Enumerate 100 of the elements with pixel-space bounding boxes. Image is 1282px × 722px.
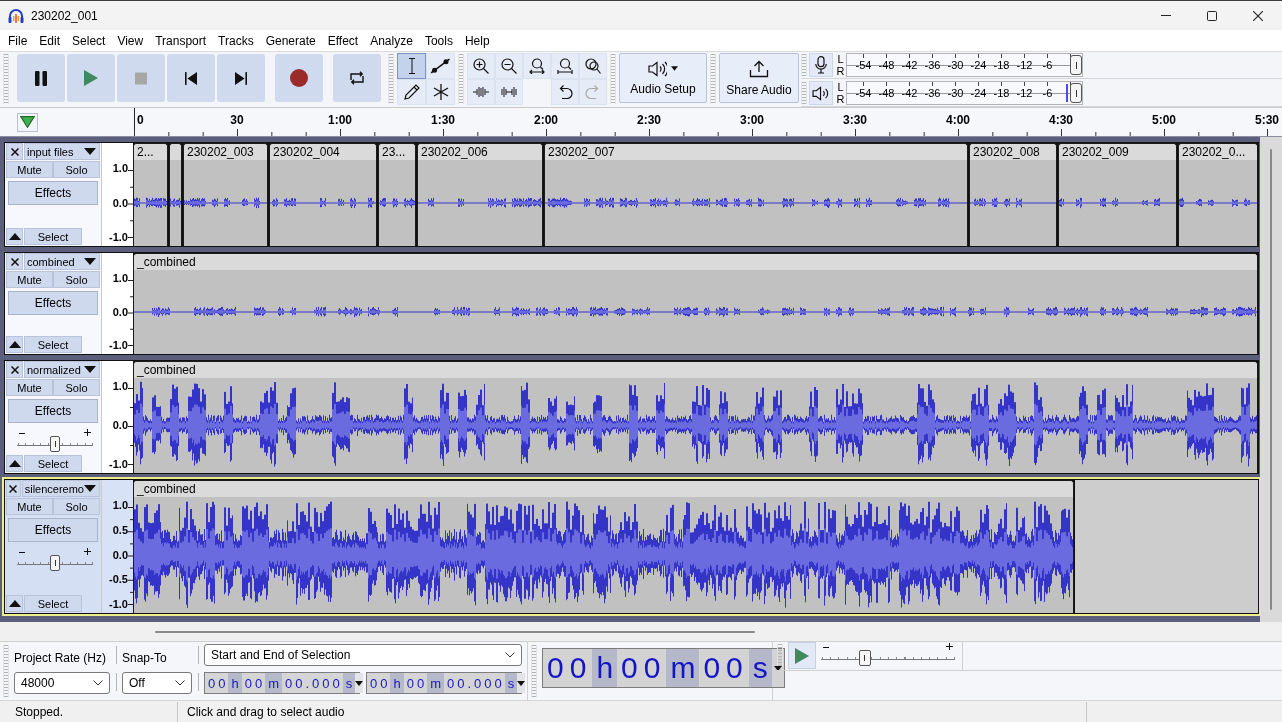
select-button[interactable]: Select xyxy=(24,455,82,472)
volume-slider-thumb[interactable] xyxy=(1070,55,1082,75)
menu-item[interactable]: Help xyxy=(464,32,490,49)
track-name-menu[interactable]: normalized xyxy=(24,361,100,378)
maximize-icon[interactable] xyxy=(1207,10,1217,21)
fit-selection-button[interactable] xyxy=(523,53,551,79)
share-audio-button[interactable]: Share Audio xyxy=(719,53,799,103)
timeline-button[interactable] xyxy=(17,112,38,132)
audio-clip[interactable]: 230202_008 xyxy=(969,143,1057,246)
toolbar-grip[interactable] xyxy=(610,54,616,104)
clip-title-bar[interactable]: 230202_009 xyxy=(1059,144,1176,160)
play-at-speed-button[interactable] xyxy=(788,642,816,669)
undo-button[interactable] xyxy=(551,79,579,105)
snap-to-dropdown[interactable]: Off xyxy=(122,672,192,694)
track-name-menu[interactable]: input files xyxy=(24,143,100,160)
record-meter-button[interactable] xyxy=(809,53,833,77)
volume-slider-thumb[interactable] xyxy=(1070,83,1082,103)
audio-clip[interactable]: _combined xyxy=(133,480,1074,613)
audio-clip[interactable]: 230202_007 xyxy=(544,143,968,246)
toolbar-grip[interactable] xyxy=(801,54,807,76)
toolbar-grip[interactable] xyxy=(801,82,807,104)
project-rate-dropdown[interactable]: 48000 xyxy=(14,672,110,694)
time-display[interactable]: 00 h 00 m 00 s xyxy=(542,648,785,688)
caret-icon[interactable] xyxy=(517,680,526,686)
audio-clip[interactable]: 230202_003 xyxy=(183,143,268,246)
audio-setup-button[interactable]: Audio Setup xyxy=(619,53,707,103)
toolbar-grip[interactable] xyxy=(458,54,464,104)
effects-button[interactable]: Effects xyxy=(8,399,98,423)
draw-tool-button[interactable] xyxy=(397,79,426,105)
level-meter[interactable]: -54 -48 -42 -36 -30 -24 -18 -12 -6 xyxy=(846,81,1083,105)
fit-project-button[interactable] xyxy=(551,53,579,79)
loop-button[interactable] xyxy=(333,54,381,102)
audio-clip[interactable]: _combined xyxy=(133,361,1258,473)
select-button[interactable]: Select xyxy=(24,228,82,245)
close-track-button[interactable] xyxy=(6,480,21,497)
menu-item[interactable]: File xyxy=(8,32,28,49)
scrollbar-thumb[interactable] xyxy=(1270,149,1272,610)
clip-title-bar[interactable]: 230202_008 xyxy=(970,144,1056,160)
mute-button[interactable]: Mute xyxy=(6,498,53,515)
mute-button[interactable]: Mute xyxy=(6,161,53,178)
menu-item[interactable]: Effect xyxy=(327,32,359,49)
toolbar-grip[interactable] xyxy=(710,54,716,104)
mute-button[interactable]: Mute xyxy=(6,271,53,288)
skip-to-end-button[interactable] xyxy=(217,54,265,102)
audio-clip[interactable]: _combined xyxy=(133,253,1258,354)
menu-item[interactable]: Generate xyxy=(265,32,316,49)
clip-title-bar[interactable]: _combined xyxy=(134,362,1257,378)
selection-mode-dropdown[interactable]: Start and End of Selection xyxy=(204,644,522,666)
audio-clip[interactable] xyxy=(169,143,182,246)
envelope-tool-button[interactable] xyxy=(426,53,455,79)
toolbar-grip[interactable] xyxy=(777,644,783,666)
toolbar-grip[interactable] xyxy=(3,54,9,104)
close-icon[interactable] xyxy=(1253,10,1263,21)
zoom-in-button[interactable] xyxy=(467,53,495,79)
menu-item[interactable]: Select xyxy=(72,32,106,49)
audio-track[interactable]: combined Mute Solo Effects Select 1.0 0.0 -1.0 _combined xyxy=(4,252,1259,355)
timeline-ruler[interactable]: 0 30 1:00 1:30 2:00 2:30 3:00 3:30 4:00 4:30 5:00 5:30 xyxy=(0,108,1282,137)
clip-title-bar[interactable]: 2... xyxy=(134,144,167,160)
solo-button[interactable]: Solo xyxy=(53,161,100,178)
collapse-button[interactable] xyxy=(6,595,23,612)
clip-title-bar[interactable]: 230202_004 xyxy=(270,144,376,160)
audio-clip[interactable]: 2... xyxy=(133,143,168,246)
caret-icon[interactable] xyxy=(355,680,364,686)
audio-clip[interactable]: 23... xyxy=(378,143,416,246)
select-button[interactable]: Select xyxy=(24,595,82,612)
audio-track[interactable]: silenceremo Mute Solo Effects Select 1.0 0.5 0.0 -0.5 -1.0 _combined xyxy=(4,479,1259,614)
scrollbar-thumb[interactable] xyxy=(155,631,755,633)
record-button[interactable] xyxy=(275,54,323,102)
menu-item[interactable]: Edit xyxy=(39,32,61,49)
clip-title-bar[interactable] xyxy=(170,144,181,160)
audio-track[interactable]: normalized Mute Solo Effects Select 1.0 0.0 -1.0 _combined xyxy=(4,360,1259,474)
menu-item[interactable]: Analyze xyxy=(370,32,413,49)
toolbar-grip[interactable] xyxy=(531,645,537,697)
clip-title-bar[interactable]: 230202_003 xyxy=(184,144,267,160)
level-meter[interactable]: -54 -48 -42 -36 -30 -24 -18 -12 -6 xyxy=(846,53,1083,77)
clip-title-bar[interactable]: _combined xyxy=(134,254,1257,270)
audio-clip[interactable]: 230202_004 xyxy=(269,143,377,246)
track-name-menu[interactable]: combined xyxy=(24,253,100,270)
menu-item[interactable]: View xyxy=(117,32,144,49)
pause-button[interactable] xyxy=(17,54,65,102)
audio-clip[interactable]: 230202_009 xyxy=(1058,143,1177,246)
collapse-button[interactable] xyxy=(6,455,23,472)
solo-button[interactable]: Solo xyxy=(53,271,100,288)
caret-icon[interactable] xyxy=(773,665,782,671)
clip-title-bar[interactable]: _combined xyxy=(134,481,1073,497)
menu-item[interactable]: Tracks xyxy=(218,32,254,49)
playback-meter-button[interactable] xyxy=(809,81,833,105)
clip-title-bar[interactable]: 23... xyxy=(379,144,415,160)
audio-clip[interactable]: 230202_006 xyxy=(417,143,543,246)
effects-button[interactable]: Effects xyxy=(8,291,98,315)
clip-title-bar[interactable]: 230202_0... xyxy=(1179,144,1257,160)
collapse-button[interactable] xyxy=(6,228,23,245)
audio-clip[interactable]: 230202_0... xyxy=(1178,143,1258,246)
toolbar-grip[interactable] xyxy=(3,645,9,697)
mute-button[interactable]: Mute xyxy=(6,379,53,396)
effects-button[interactable]: Effects xyxy=(8,518,98,542)
effects-button[interactable]: Effects xyxy=(8,181,98,205)
clip-title-bar[interactable]: 230202_006 xyxy=(418,144,542,160)
solo-button[interactable]: Solo xyxy=(53,379,100,396)
slider-thumb[interactable] xyxy=(50,436,60,452)
